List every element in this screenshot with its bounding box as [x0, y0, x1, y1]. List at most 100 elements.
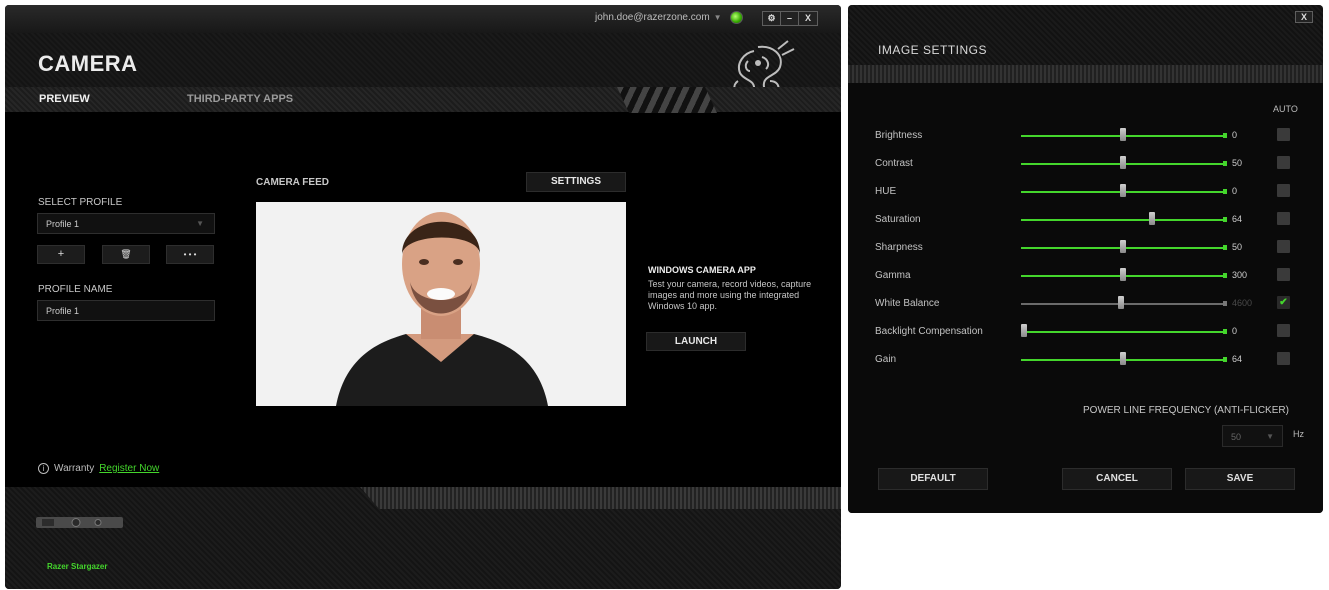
delete-profile-button[interactable]: 🗑	[102, 245, 150, 264]
profile-name-value: Profile 1	[46, 306, 80, 316]
slider-thumb[interactable]	[1148, 212, 1155, 225]
auto-checkbox[interactable]	[1277, 268, 1290, 281]
close-button[interactable]: X	[799, 12, 817, 25]
slider-thumb[interactable]	[1120, 352, 1126, 365]
slider-value: 0	[1232, 130, 1238, 140]
image-settings-window: X IMAGE SETTINGS AUTO Brightness 0 Contras…	[848, 5, 1323, 513]
slider-value: 50	[1232, 242, 1243, 252]
account-email: john.doe@razerzone.com	[595, 12, 710, 23]
image-settings-title: IMAGE SETTINGS	[878, 43, 988, 57]
power-line-frequency-select[interactable]: 50 ▼	[1222, 425, 1283, 447]
slider-value: 300	[1232, 270, 1248, 280]
razer-stargazer-device-icon[interactable]	[36, 516, 123, 529]
windows-camera-app-panel: WINDOWS CAMERA APP Test your camera, rec…	[648, 265, 828, 312]
add-profile-button[interactable]: +	[37, 245, 85, 264]
slider-row: Brightness 0	[875, 128, 1315, 144]
minimize-button[interactable]: –	[781, 12, 799, 25]
title-bar: john.doe@razerzone.com ▼ ⚙ – X CAMERA	[5, 5, 841, 104]
slider-row: Gamma 300	[875, 268, 1315, 284]
settings-button[interactable]: SETTINGS	[526, 172, 626, 192]
slider-row: Sharpness 50	[875, 240, 1315, 256]
slider-thumb[interactable]	[1120, 184, 1126, 197]
more-options-button[interactable]: • • •	[166, 245, 214, 264]
slider-value: 0	[1232, 326, 1238, 336]
default-button[interactable]: DEFAULT	[878, 468, 988, 490]
settings-gear-icon[interactable]: ⚙	[763, 12, 781, 25]
slider-value: 50	[1232, 158, 1243, 168]
slider-row: Gain 64	[875, 352, 1315, 368]
window-controls: ⚙ – X	[762, 11, 818, 26]
chevron-down-icon: ▼	[1266, 432, 1274, 441]
slider-label: Saturation	[875, 214, 921, 225]
tab-third-party-apps[interactable]: THIRD-PARTY APPS	[187, 93, 293, 105]
select-profile-label: SELECT PROFILE	[38, 197, 123, 208]
device-footer: Razer Stargazer	[5, 487, 841, 589]
slider-endcap	[1223, 217, 1227, 222]
cancel-button[interactable]: CANCEL	[1062, 468, 1172, 490]
auto-column-header: AUTO	[1273, 104, 1298, 114]
launch-button[interactable]: LAUNCH	[646, 332, 746, 351]
profile-select-value: Profile 1	[46, 219, 80, 229]
slider-track[interactable]	[1021, 219, 1225, 221]
slider-endcap	[1223, 357, 1227, 362]
power-line-frequency-label: POWER LINE FREQUENCY (ANTI-FLICKER)	[1083, 405, 1289, 416]
close-button[interactable]: X	[1295, 11, 1313, 23]
slider-label: Brightness	[875, 130, 923, 141]
slider-track[interactable]	[1021, 331, 1225, 333]
tab-bar: PREVIEW THIRD-PARTY APPS	[5, 87, 841, 113]
slider-label: White Balance	[875, 298, 940, 309]
chevron-down-icon: ▼	[196, 219, 204, 228]
page-title: CAMERA	[38, 51, 138, 76]
register-now-link[interactable]: Register Now	[99, 463, 159, 474]
slider-thumb[interactable]	[1021, 324, 1027, 337]
account-menu[interactable]: john.doe@razerzone.com ▼	[595, 11, 743, 24]
slider-thumb[interactable]	[1120, 128, 1126, 141]
slider-thumb[interactable]	[1120, 240, 1126, 253]
camera-preview-image	[256, 202, 626, 406]
profile-name-label: PROFILE NAME	[38, 284, 113, 295]
slider-endcap	[1223, 273, 1227, 278]
slider-value: 64	[1232, 354, 1243, 364]
slider-thumb[interactable]	[1120, 268, 1126, 281]
hz-unit-label: Hz	[1293, 429, 1304, 439]
online-status-icon	[729, 11, 743, 24]
slider-label: HUE	[875, 186, 897, 197]
windows-camera-app-description: Test your camera, record videos, capture…	[648, 279, 812, 311]
slider-value: 64	[1232, 214, 1243, 224]
warranty-label: Warranty	[54, 463, 95, 474]
auto-checkbox[interactable]	[1277, 212, 1290, 225]
camera-window: john.doe@razerzone.com ▼ ⚙ – X CAMERA PR…	[5, 5, 841, 589]
slider-value: 0	[1232, 186, 1238, 196]
slider-endcap	[1223, 329, 1227, 334]
auto-checkbox[interactable]	[1277, 128, 1290, 141]
slider-label: Gamma	[875, 270, 911, 281]
profile-name-input[interactable]: Profile 1	[37, 300, 215, 321]
camera-feed-image	[256, 202, 626, 406]
auto-checkbox[interactable]: ✔	[1277, 296, 1290, 309]
camera-feed-label: CAMERA FEED	[256, 177, 329, 188]
auto-checkbox[interactable]	[1277, 184, 1290, 197]
preview-content: SELECT PROFILE Profile 1 ▼ + 🗑 • • • PRO…	[5, 113, 841, 487]
save-button[interactable]: SAVE	[1185, 468, 1295, 490]
auto-checkbox[interactable]	[1277, 352, 1290, 365]
power-line-frequency-value: 50	[1231, 432, 1242, 442]
auto-checkbox[interactable]	[1277, 240, 1290, 253]
warranty-row: i Warranty Register Now	[38, 463, 159, 474]
slider-row: Backlight Compensation 0	[875, 324, 1315, 340]
slider-endcap	[1223, 301, 1227, 306]
device-name: Razer Stargazer	[47, 562, 108, 571]
chevron-down-icon: ▼	[713, 13, 722, 22]
profile-select[interactable]: Profile 1 ▼	[37, 213, 215, 234]
windows-camera-app-title: WINDOWS CAMERA APP	[648, 265, 756, 275]
slider-label: Sharpness	[875, 242, 923, 253]
auto-checkbox[interactable]	[1277, 156, 1290, 169]
slider-endcap	[1223, 133, 1227, 138]
slider-thumb[interactable]	[1120, 156, 1126, 169]
auto-checkbox[interactable]	[1277, 324, 1290, 337]
slider-endcap	[1223, 161, 1227, 166]
tab-preview[interactable]: PREVIEW	[39, 93, 90, 105]
slider-thumb	[1117, 296, 1124, 309]
slider-endcap	[1223, 245, 1227, 250]
slider-label: Backlight Compensation	[875, 326, 983, 337]
slider-row: HUE 0	[875, 184, 1315, 200]
